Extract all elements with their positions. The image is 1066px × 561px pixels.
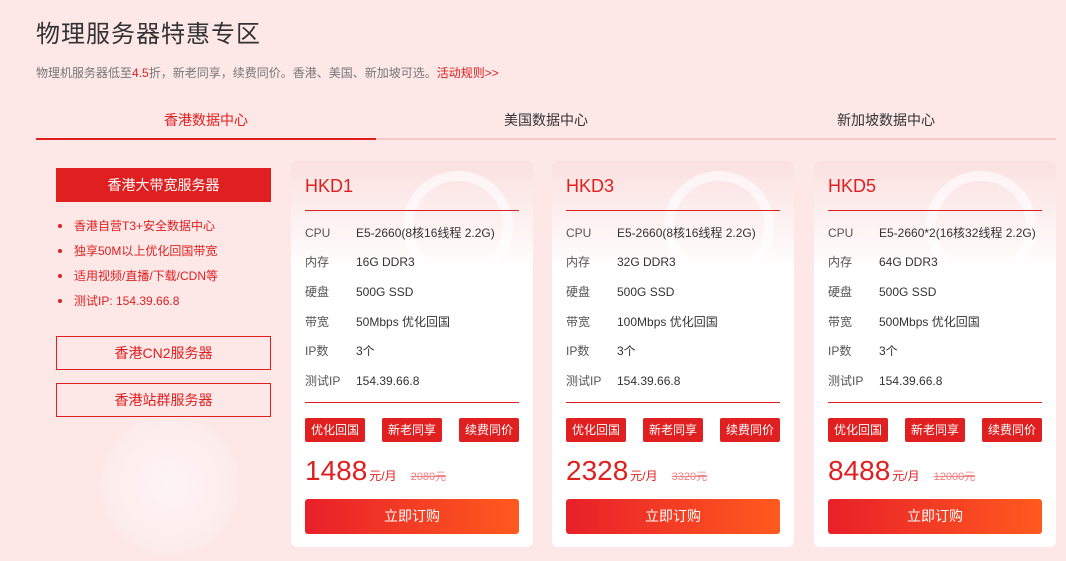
product-card-hkd1: HKD1 CPU E5-2660(8核16线程 2.2G) 内存 16G DDR3 …: [291, 161, 533, 547]
price-unit: 元/月: [369, 468, 397, 483]
spec-label-disk: 硬盘: [305, 284, 330, 299]
spec-list: CPU E5-2660*2(16核32线程 2.2G) 内存 64G DDR3 硬盘…: [828, 211, 1042, 403]
spec-value-memory: 16G DDR3: [356, 255, 415, 270]
product-card-hkd5: HKD5 CPU E5-2660*2(16核32线程 2.2G) 内存 64G DD…: [814, 161, 1056, 547]
order-button[interactable]: 立即订购: [828, 498, 1042, 534]
spec-label-bandwidth: 带宽: [305, 314, 330, 329]
spec-value-bandwidth: 50Mbps 优化回国: [356, 314, 451, 329]
tag-renewal-same-price[interactable]: 续费同价: [981, 417, 1042, 442]
old-price: 2080元: [410, 470, 447, 483]
spec-list: CPU E5-2660(8核16线程 2.2G) 内存 16G DDR3 硬盘 500…: [305, 211, 519, 403]
spec-value-cpu: E5-2660(8核16线程 2.2G): [356, 225, 495, 240]
price-unit: 元/月: [892, 468, 920, 483]
price-value: 2328: [566, 454, 629, 486]
spec-value-cpu: E5-2660(8核16线程 2.2G): [617, 225, 756, 240]
tag-row: 优化回国 新老同享 续费同价: [566, 417, 780, 442]
tag-renewal-same-price[interactable]: 续费同价: [719, 417, 780, 442]
spec-value-disk: 500G SSD: [879, 284, 937, 299]
spec-label-ip-count: IP数: [828, 344, 852, 359]
spec-value-disk: 500G SSD: [617, 284, 675, 299]
price-value: 1488: [305, 454, 368, 486]
tag-new-old-shared[interactable]: 新老同享: [904, 417, 965, 442]
spec-label-bandwidth: 带宽: [828, 314, 853, 329]
spec-list: CPU E5-2660(8核16线程 2.2G) 内存 32G DDR3 硬盘 500…: [566, 211, 780, 403]
tag-row: 优化回国 新老同享 续费同价: [305, 417, 519, 442]
spec-label-memory: 内存: [305, 255, 330, 270]
price-value: 8488: [828, 454, 891, 486]
spec-value-memory: 64G DDR3: [879, 255, 938, 270]
feature-item: 测试IP: 154.39.66.8: [58, 289, 271, 314]
feature-list: 香港自营T3+安全数据中心 独享50M以上优化回国带宽 适用视频/直播/下载/C…: [58, 214, 271, 314]
price-unit: 元/月: [630, 468, 658, 483]
spec-value-test-ip: 154.39.66.8: [356, 373, 420, 388]
spec-label-memory: 内存: [566, 255, 591, 270]
decorative-circle: [95, 410, 245, 560]
tag-new-old-shared[interactable]: 新老同享: [381, 417, 442, 442]
product-name: HKD3: [566, 161, 780, 211]
tag-renewal-same-price[interactable]: 续费同价: [458, 417, 519, 442]
datacenter-tabs: 香港数据中心 美国数据中心 新加坡数据中心: [36, 104, 1056, 140]
order-button[interactable]: 立即订购: [305, 498, 519, 534]
hk-bandwidth-server-button[interactable]: 香港大带宽服务器: [56, 168, 271, 202]
tab-usa[interactable]: 美国数据中心: [376, 104, 716, 138]
page-subtitle: 物理机服务器低至4.5折，新老同享，续费同价。香港、美国、新加坡可选。活动规则>…: [36, 64, 499, 81]
spec-label-test-ip: 测试IP: [566, 373, 602, 388]
feature-item: 香港自营T3+安全数据中心: [58, 214, 271, 239]
spec-label-test-ip: 测试IP: [828, 373, 864, 388]
hk-station-group-server-button[interactable]: 香港站群服务器: [56, 383, 271, 417]
tag-optimized-route[interactable]: 优化回国: [828, 417, 889, 442]
spec-label-memory: 内存: [828, 255, 853, 270]
product-card-hkd3: HKD3 CPU E5-2660(8核16线程 2.2G) 内存 32G DDR3 …: [552, 161, 794, 547]
spec-value-disk: 500G SSD: [356, 284, 414, 299]
sidebar: 香港大带宽服务器 香港自营T3+安全数据中心 独享50M以上优化回国带宽 适用视…: [56, 168, 271, 417]
spec-label-disk: 硬盘: [828, 284, 853, 299]
spec-label-cpu: CPU: [828, 225, 854, 240]
tag-optimized-route[interactable]: 优化回国: [566, 417, 627, 442]
old-price: 12000元: [933, 470, 976, 483]
price-row: 8488 元/月 12000元: [828, 455, 1042, 487]
spec-value-bandwidth: 500Mbps 优化回国: [879, 314, 980, 329]
price-row: 1488 元/月 2080元: [305, 455, 519, 487]
rules-link[interactable]: 活动规则>>: [437, 66, 499, 80]
tab-hongkong[interactable]: 香港数据中心: [36, 104, 376, 140]
feature-item: 独享50M以上优化回国带宽: [58, 239, 271, 264]
spec-label-bandwidth: 带宽: [566, 314, 591, 329]
spec-label-cpu: CPU: [566, 225, 592, 240]
spec-label-disk: 硬盘: [566, 284, 591, 299]
subtitle-text-end: 折，新老同享，续费同价。香港、美国、新加坡可选。: [148, 66, 437, 80]
discount-value: 4.5: [132, 66, 149, 80]
subtitle-text-start: 物理机服务器低至: [36, 66, 133, 80]
tag-row: 优化回国 新老同享 续费同价: [828, 417, 1042, 442]
product-name: HKD1: [305, 161, 519, 211]
spec-label-ip-count: IP数: [566, 344, 590, 359]
spec-value-ip-count: 3个: [617, 344, 636, 359]
old-price: 3320元: [671, 470, 708, 483]
order-button[interactable]: 立即订购: [566, 498, 780, 534]
page-title: 物理服务器特惠专区: [36, 21, 261, 48]
tab-singapore[interactable]: 新加坡数据中心: [716, 104, 1056, 138]
tag-optimized-route[interactable]: 优化回国: [305, 417, 366, 442]
feature-item: 适用视频/直播/下载/CDN等: [58, 264, 271, 289]
spec-value-ip-count: 3个: [879, 344, 898, 359]
product-name: HKD5: [828, 161, 1042, 211]
tag-new-old-shared[interactable]: 新老同享: [642, 417, 703, 442]
spec-value-memory: 32G DDR3: [617, 255, 676, 270]
spec-label-test-ip: 测试IP: [305, 373, 341, 388]
spec-value-cpu: E5-2660*2(16核32线程 2.2G): [879, 225, 1036, 240]
spec-value-test-ip: 154.39.66.8: [879, 373, 943, 388]
spec-value-bandwidth: 100Mbps 优化回国: [617, 314, 718, 329]
hk-cn2-server-button[interactable]: 香港CN2服务器: [56, 336, 271, 370]
spec-value-ip-count: 3个: [356, 344, 375, 359]
spec-label-cpu: CPU: [305, 225, 331, 240]
spec-value-test-ip: 154.39.66.8: [617, 373, 681, 388]
price-row: 2328 元/月 3320元: [566, 455, 780, 487]
spec-label-ip-count: IP数: [305, 344, 329, 359]
